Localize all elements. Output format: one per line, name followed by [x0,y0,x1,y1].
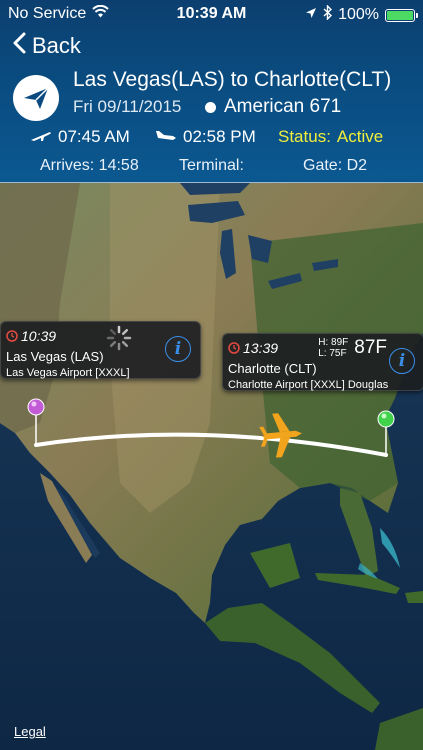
airline-label: American 671 [224,96,342,117]
flight-date: Fri 09/11/2015 [73,97,182,116]
info-icon: i [398,351,406,371]
origin-time: 10:39 [21,328,57,344]
arrival-time: 02:58 PM [155,127,256,147]
takeoff-icon [30,127,52,147]
origin-airport: Las Vegas Airport [XXXL] [6,367,130,379]
airline-flight: American 671 [205,96,341,118]
location-arrow-icon [305,6,317,24]
status-label: Status: [278,127,331,146]
clock-icon [6,330,18,342]
origin-callout[interactable]: 10:39 Las Vegas (LAS) Las Vegas Airport … [0,321,201,379]
info-icon: i [174,339,182,359]
back-label: Back [32,33,81,58]
paper-plane-icon [13,75,59,121]
high-temp: H: 89F [318,337,349,348]
arrives-label: Arrives: 14:58 [40,157,139,174]
destination-pin[interactable] [377,410,395,428]
loading-spinner-icon [105,324,133,352]
terminal-label: Terminal: [179,157,244,174]
clock-icon [228,342,240,354]
battery-fill [387,10,413,20]
flight-header: No Service 10:39 AM 100% Back Las Vegas(… [0,0,423,182]
destination-time: 13:39 [243,340,279,356]
satellite-map [0,183,423,750]
flight-map[interactable]: 10:39 Las Vegas (LAS) Las Vegas Airport … [0,183,423,750]
origin-name: Las Vegas (LAS) [6,349,104,364]
origin-info-button[interactable]: i [165,336,191,362]
flight-status: Status: Active [278,127,383,147]
battery-icon [385,8,418,22]
bluetooth-icon [323,4,333,25]
gate-label: Gate: D2 [303,157,368,174]
low-temp: L: 75F [318,348,347,359]
landing-icon [155,127,177,147]
destination-callout[interactable]: 13:39 H: 89F L: 75F 87F Charlotte (CLT) … [222,333,423,391]
status-value: Active [336,127,384,146]
destination-airport: Charlotte Airport [XXXL] Douglas [228,379,389,391]
arrival-time-value: 02:58 PM [183,127,256,146]
legal-link[interactable]: Legal [14,724,46,739]
destination-info-button[interactable]: i [389,348,415,374]
back-button[interactable]: Back [12,32,81,60]
route-title: Las Vegas(LAS) to Charlotte(CLT) [73,68,392,91]
battery-percent: 100% [338,6,379,23]
departure-time: 07:45 AM [30,127,130,147]
bullet-icon [205,101,216,113]
departure-time-value: 07:45 AM [58,127,130,146]
current-temp: 87F [354,337,387,358]
chevron-left-icon [12,32,26,60]
destination-name: Charlotte (CLT) [228,361,317,376]
destination-weather: H: 89F L: 75F 87F [318,337,387,359]
status-bar: No Service 10:39 AM 100% [0,0,423,28]
origin-pin[interactable] [27,398,45,416]
